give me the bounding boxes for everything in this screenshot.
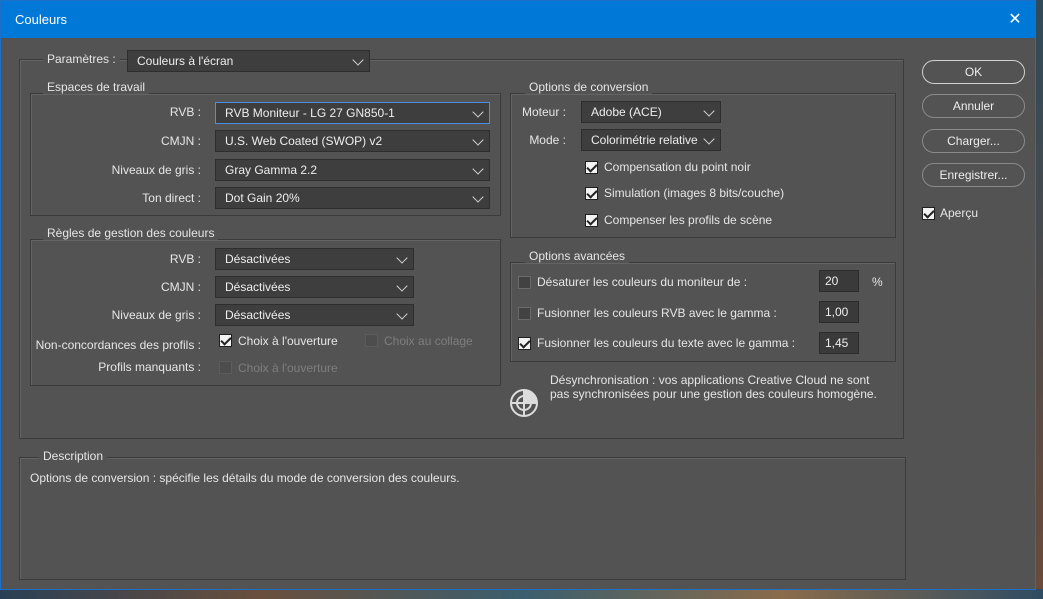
ton-direct-value: Dot Gain 20% [225,191,300,205]
cmjn-workspace-select[interactable]: U.S. Web Coated (SWOP) v2 [215,130,490,152]
charger-button[interactable]: Charger... [922,129,1025,153]
ok-button[interactable]: OK [922,60,1025,84]
fusion-rvb-label: Fusionner les couleurs RVB avec le gamma… [537,306,777,320]
chevron-down-icon [703,105,715,117]
annuler-button[interactable]: Annuler [922,94,1025,118]
chevron-down-icon [472,134,484,146]
gris-workspace-value: Gray Gamma 2.2 [225,163,318,177]
regles-cmjn-value: Désactivées [225,280,291,294]
regles-rvb-select[interactable]: Désactivées [215,248,414,270]
choix-collage-checkbox [365,334,378,347]
simulation-checkbox[interactable] [585,187,598,200]
mode-select[interactable]: Colorimétrie relative [581,129,721,151]
parametres-select[interactable]: Couleurs à l'écran [127,50,370,72]
simulation-label: Simulation (images 8 bits/couche) [604,186,785,200]
compenser-scene-checkbox[interactable] [585,214,598,227]
espaces-title: Espaces de travail [43,80,150,94]
couleurs-dialog: Couleurs ✕ Paramètres : Couleurs à l'écr… [0,0,1036,590]
desaturer-checkbox[interactable] [518,276,531,289]
description-title: Description [39,449,108,463]
desaturer-label: Désaturer les couleurs du moniteur de : [537,275,748,289]
chevron-down-icon [396,252,408,264]
fusion-texte-label: Fusionner les couleurs du texte avec le … [537,336,796,350]
fusion-rvb-checkbox[interactable] [518,307,531,320]
manquants-choix-label: Choix à l'ouverture [238,361,338,375]
window-title: Couleurs [15,12,68,27]
regles-cmjn-label: CMJN : [161,280,201,294]
regles-gris-value: Désactivées [225,308,291,322]
fusion-texte-checkbox[interactable] [518,337,531,350]
description-text: Options de conversion : spécifie les dét… [30,471,460,485]
chevron-down-icon [396,308,408,320]
rvb-workspace-select[interactable]: RVB Moniteur - LG 27 GN850-1 [215,102,490,124]
apercu-checkbox[interactable] [922,207,935,220]
desktop-background [0,589,1043,599]
profils-manquants-label: Profils manquants : [98,360,201,374]
cmjn-label: CMJN : [161,134,201,148]
choix-ouverture-label: Choix à l'ouverture [238,334,338,348]
chevron-down-icon [352,54,364,66]
desaturer-input[interactable]: 20 [819,270,859,292]
chevron-down-icon [472,163,484,175]
chevron-down-icon [472,191,484,203]
fusion-texte-input[interactable]: 1,45 [819,332,859,354]
compensation-label: Compensation du point noir [604,160,751,174]
enregistrer-button[interactable]: Enregistrer... [922,163,1025,187]
fusion-rvb-input[interactable]: 1,00 [819,301,859,323]
cmjn-workspace-value: U.S. Web Coated (SWOP) v2 [225,134,383,148]
ton-direct-select[interactable]: Dot Gain 20% [215,187,490,209]
mode-label: Mode : [529,133,566,147]
gris-workspace-select[interactable]: Gray Gamma 2.2 [215,159,490,181]
nonconcordances-label: Non-concordances des profils : [35,338,201,352]
sync-message-line2: pas synchronisées pour une gestion des c… [550,387,877,401]
choix-ouverture-checkbox[interactable] [219,334,232,347]
choix-collage-label: Choix au collage [384,334,473,348]
apercu-label: Aperçu [940,206,979,220]
compenser-scene-label: Compenser les profils de scène [604,213,773,227]
regles-rvb-label: RVB : [169,252,201,266]
chevron-down-icon [703,133,715,145]
moteur-value: Adobe (ACE) [591,105,662,119]
parametres-value: Couleurs à l'écran [137,54,234,68]
moteur-label: Moteur : [521,105,566,119]
moteur-select[interactable]: Adobe (ACE) [581,101,721,123]
parametres-label: Paramètres : [43,52,120,66]
gris-label: Niveaux de gris : [111,163,201,177]
sync-message-line1: Désynchronisation : vos applications Cre… [550,373,870,387]
title-bar: Couleurs ✕ [1,1,1035,38]
regles-cmjn-select[interactable]: Désactivées [215,276,414,298]
avancees-title: Options avancées [525,249,630,263]
mode-value: Colorimétrie relative [591,133,698,147]
regles-rvb-value: Désactivées [225,252,291,266]
regles-gris-select[interactable]: Désactivées [215,304,414,326]
regles-gris-label: Niveaux de gris : [111,308,201,322]
chevron-down-icon [396,280,408,292]
rvb-label: RVB : [169,105,201,119]
manquants-choix-checkbox [219,361,232,374]
chevron-down-icon [472,106,484,118]
compensation-checkbox[interactable] [585,161,598,174]
rvb-workspace-value: RVB Moniteur - LG 27 GN850-1 [225,106,395,120]
desaturer-unit: % [872,275,883,289]
creative-cloud-sync-icon [508,387,540,419]
regles-title: Règles de gestion des couleurs [43,226,219,240]
close-icon[interactable]: ✕ [995,1,1035,38]
conversion-title: Options de conversion [525,80,653,94]
ton-direct-label: Ton direct : [142,191,201,205]
